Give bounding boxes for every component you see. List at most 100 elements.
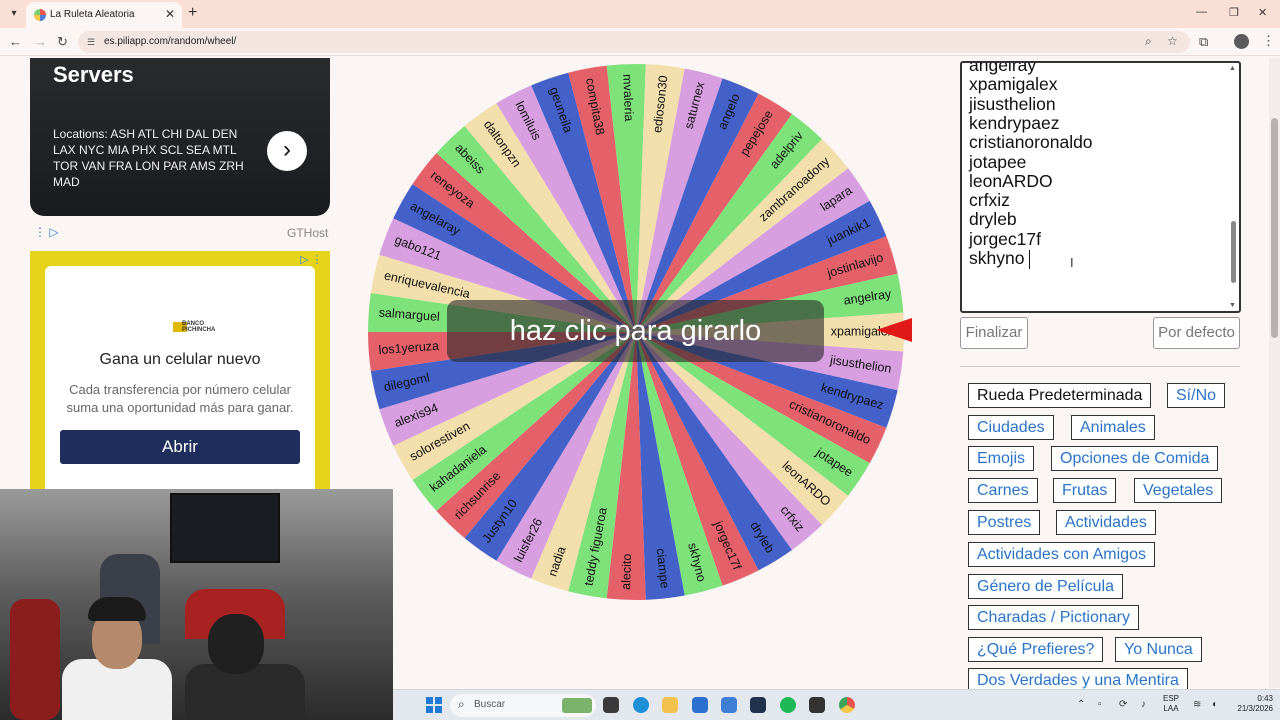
clock-time: 0:43 xyxy=(1257,694,1273,703)
gaming-chair-left xyxy=(10,599,60,720)
site-info-icon[interactable]: ☰ xyxy=(87,37,95,48)
search-icon: ⌕ xyxy=(458,697,465,711)
file-explorer-icon[interactable] xyxy=(662,697,678,713)
favicon-icon xyxy=(34,9,46,21)
preset-vegetables[interactable]: Vegetales xyxy=(1134,478,1223,503)
edge-icon[interactable] xyxy=(633,697,649,713)
wheel-pointer xyxy=(876,318,912,342)
page-scroll-thumb[interactable] xyxy=(1271,118,1278,338)
new-tab-icon[interactable]: + xyxy=(188,4,197,22)
forward-icon[interactable]: → xyxy=(34,34,47,49)
name-entry: jotapee xyxy=(969,151,1027,172)
preset-cities[interactable]: Ciudades xyxy=(968,415,1054,440)
promo-text: Cada transferencia por número celular su… xyxy=(66,382,294,415)
adchoices-icon[interactable]: ▷ ⋮ xyxy=(300,253,323,266)
taskbar-search[interactable]: ⌕ Buscar xyxy=(450,694,596,717)
preset-would-you-rather[interactable]: ¿Qué Prefieres? xyxy=(968,637,1104,662)
search-placeholder: Buscar xyxy=(474,699,506,710)
preset-never-have-i[interactable]: Yo Nunca xyxy=(1115,637,1202,662)
name-entry: crfxiz xyxy=(969,190,1010,211)
tray-expand-icon[interactable]: ⌃ xyxy=(1077,699,1085,710)
restore-icon[interactable]: ❐ xyxy=(1229,6,1239,19)
promo-open-button[interactable]: Abrir xyxy=(60,430,300,464)
name-entry: xpamigalex xyxy=(969,74,1058,95)
clock-date: 21/3/2026 xyxy=(1237,704,1273,713)
preset-emojis[interactable]: Emojis xyxy=(968,446,1035,471)
preset-desserts[interactable]: Postres xyxy=(968,510,1041,535)
preset-food[interactable]: Opciones de Comida xyxy=(1051,446,1219,471)
url-text: es.piliapp.com/random/wheel/ xyxy=(104,36,237,47)
windows-taskbar: ⌕ Buscar ⌃ ▫ ⟳ ♪ ESP LAA ≋ ◖ 0:43 21/3/2… xyxy=(393,689,1280,720)
tray-sync-icon[interactable]: ⟳ xyxy=(1119,699,1127,710)
ad-text: Locations: ASH ATL CHI DAL DEN LAX NYC M… xyxy=(53,127,244,189)
search-highlight-icon xyxy=(562,698,592,713)
ad-title: Servers xyxy=(53,62,134,87)
servers-ad[interactable]: Servers Locations: ASH ATL CHI DAL DEN L… xyxy=(30,58,330,216)
ad-advertiser: GTHost xyxy=(287,226,329,240)
preset-charades[interactable]: Charadas / Pictionary xyxy=(968,605,1139,630)
browser-menu-icon[interactable]: ⋮ xyxy=(1262,33,1275,49)
extensions-icon[interactable]: ⧉ xyxy=(1199,34,1208,50)
preset-activities[interactable]: Actividades xyxy=(1056,510,1156,535)
default-button[interactable]: Por defecto xyxy=(1153,317,1240,349)
tab-search-icon[interactable]: ▾ xyxy=(6,6,22,22)
bank-ad[interactable]: ▷ ⋮ BANCO PICHINCHA Gana un celular nuev… xyxy=(30,251,330,489)
preset-default-wheel[interactable]: Rueda Predeterminada xyxy=(968,383,1152,408)
outlook-icon[interactable] xyxy=(721,697,737,713)
store-icon[interactable] xyxy=(692,697,708,713)
webcam-overlay xyxy=(0,489,393,720)
reload-icon[interactable]: ↻ xyxy=(57,34,68,50)
browser-tab-bar: ▾ La Ruleta Aleatoria ✕ + — ❐ ✕ xyxy=(0,0,1280,28)
name-entry: leonARDO xyxy=(969,170,1053,191)
windows-start-icon[interactable] xyxy=(426,697,442,713)
obs-icon[interactable] xyxy=(809,697,825,713)
profile-avatar[interactable] xyxy=(1234,34,1249,49)
text-caret xyxy=(1029,250,1030,269)
names-textarea[interactable]: ▲ ▼ angelray xpamigalex jisusthelion kendry… xyxy=(960,61,1241,313)
clock[interactable]: 0:43 21/3/2026 xyxy=(1233,694,1273,714)
minimize-icon[interactable]: — xyxy=(1196,6,1207,18)
preset-meats[interactable]: Carnes xyxy=(968,478,1038,503)
microphone-icon[interactable]: ♪ xyxy=(1141,699,1146,710)
background-tv xyxy=(170,493,280,563)
wifi-icon[interactable]: ≋ xyxy=(1193,699,1201,710)
textarea-scroll-arrows-icon[interactable]: ▲ ▼ xyxy=(1229,65,1237,309)
back-icon[interactable]: ← xyxy=(9,34,22,49)
zoom-icon[interactable]: ⌕ xyxy=(1145,34,1152,49)
name-entry: jisusthelion xyxy=(969,93,1056,114)
chrome-icon[interactable] xyxy=(839,697,855,713)
spin-button[interactable]: haz clic para girarlo xyxy=(447,300,824,362)
streamer-left-cap xyxy=(88,597,146,621)
name-entry: jorgec17f xyxy=(969,228,1041,249)
volume-icon[interactable]: ◖ xyxy=(1211,699,1217,710)
language-indicator[interactable]: ESP LAA xyxy=(1163,694,1179,714)
ad-arrow-button[interactable]: › xyxy=(267,131,307,171)
browser-tab[interactable]: La Ruleta Aleatoria ✕ xyxy=(26,2,182,28)
name-entry: cristianoronaldo xyxy=(969,132,1093,153)
task-view-icon[interactable] xyxy=(603,697,619,713)
tab-close-icon[interactable]: ✕ xyxy=(165,7,175,21)
tray-app-icon[interactable]: ▫ xyxy=(1098,699,1102,710)
preset-animals[interactable]: Animales xyxy=(1071,415,1155,440)
streamer-right-head xyxy=(208,614,264,674)
address-bar[interactable]: ☰ es.piliapp.com/random/wheel/ ⌕ ☆ xyxy=(78,31,1190,53)
name-entry: dryleb xyxy=(969,209,1017,230)
preset-yes-no[interactable]: Sí/No xyxy=(1167,383,1226,408)
keyboard-layout: LAA xyxy=(1163,704,1179,713)
bookmark-star-icon[interactable]: ☆ xyxy=(1167,34,1178,48)
wheel-segment-label: mvaleria xyxy=(620,74,636,122)
preset-friend-activities[interactable]: Actividades con Amigos xyxy=(968,542,1155,567)
bank-name: BANCO PICHINCHA xyxy=(182,321,216,333)
preset-fruits[interactable]: Frutas xyxy=(1053,478,1117,503)
steam-icon[interactable] xyxy=(750,697,766,713)
bank-ad-card: BANCO PICHINCHA Gana un celular nuevo Ca… xyxy=(45,266,315,489)
preset-movie-genre[interactable]: Género de Película xyxy=(968,574,1123,599)
close-window-icon[interactable]: ✕ xyxy=(1258,6,1267,19)
spotify-icon[interactable] xyxy=(780,697,796,713)
screen: ▾ La Ruleta Aleatoria ✕ + — ❐ ✕ ← → ↻ ☰ … xyxy=(0,0,1280,720)
browser-toolbar: ← → ↻ ☰ es.piliapp.com/random/wheel/ ⌕ ☆… xyxy=(0,28,1280,56)
name-entry: kendrypaez xyxy=(969,112,1060,133)
divider xyxy=(960,366,1240,367)
ad-options-icon[interactable]: ⋮ ▷ xyxy=(34,225,59,239)
finalize-button[interactable]: Finalizar xyxy=(960,317,1028,349)
